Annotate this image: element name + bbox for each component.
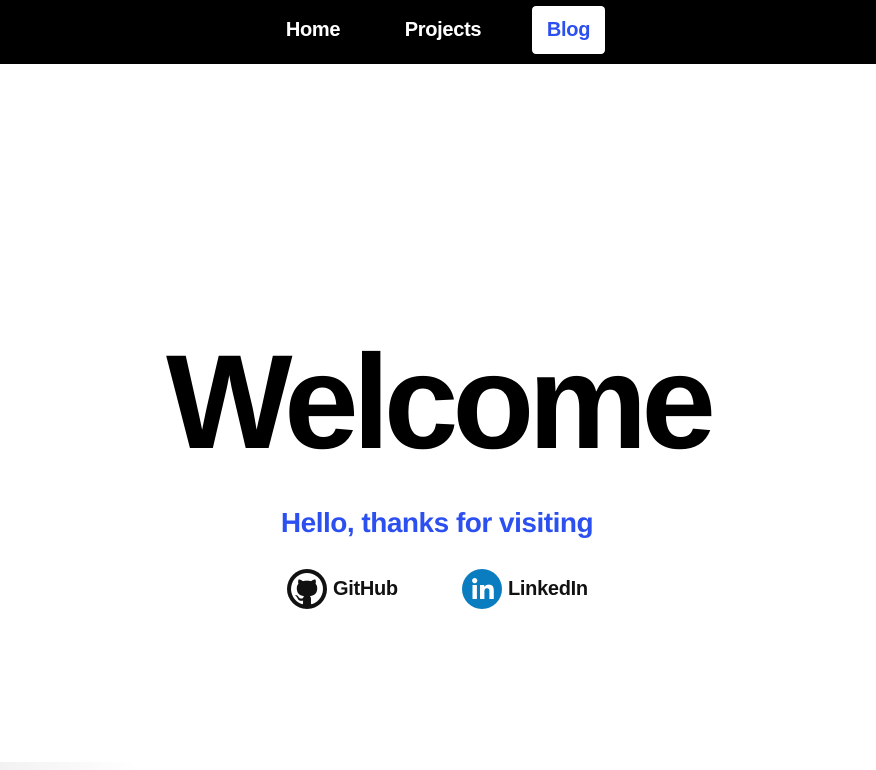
nav-item-blog[interactable]: Blog [532,6,605,54]
bottom-shadow [0,762,140,770]
github-icon [287,569,327,609]
page-title: Welcome [166,328,716,477]
github-label: GitHub [333,577,398,600]
nav-item-home[interactable]: Home [272,6,354,54]
top-navigation-bar: Home Projects Blog [0,0,876,64]
hero-subtitle: Hello, thanks for visiting [280,507,594,538]
linkedin-icon [462,569,502,609]
linkedin-label: LinkedIn [508,577,588,600]
nav-item-projects[interactable]: Projects [393,6,493,54]
github-link[interactable]: GitHub [287,568,398,610]
linkedin-link[interactable]: LinkedIn [462,568,588,610]
